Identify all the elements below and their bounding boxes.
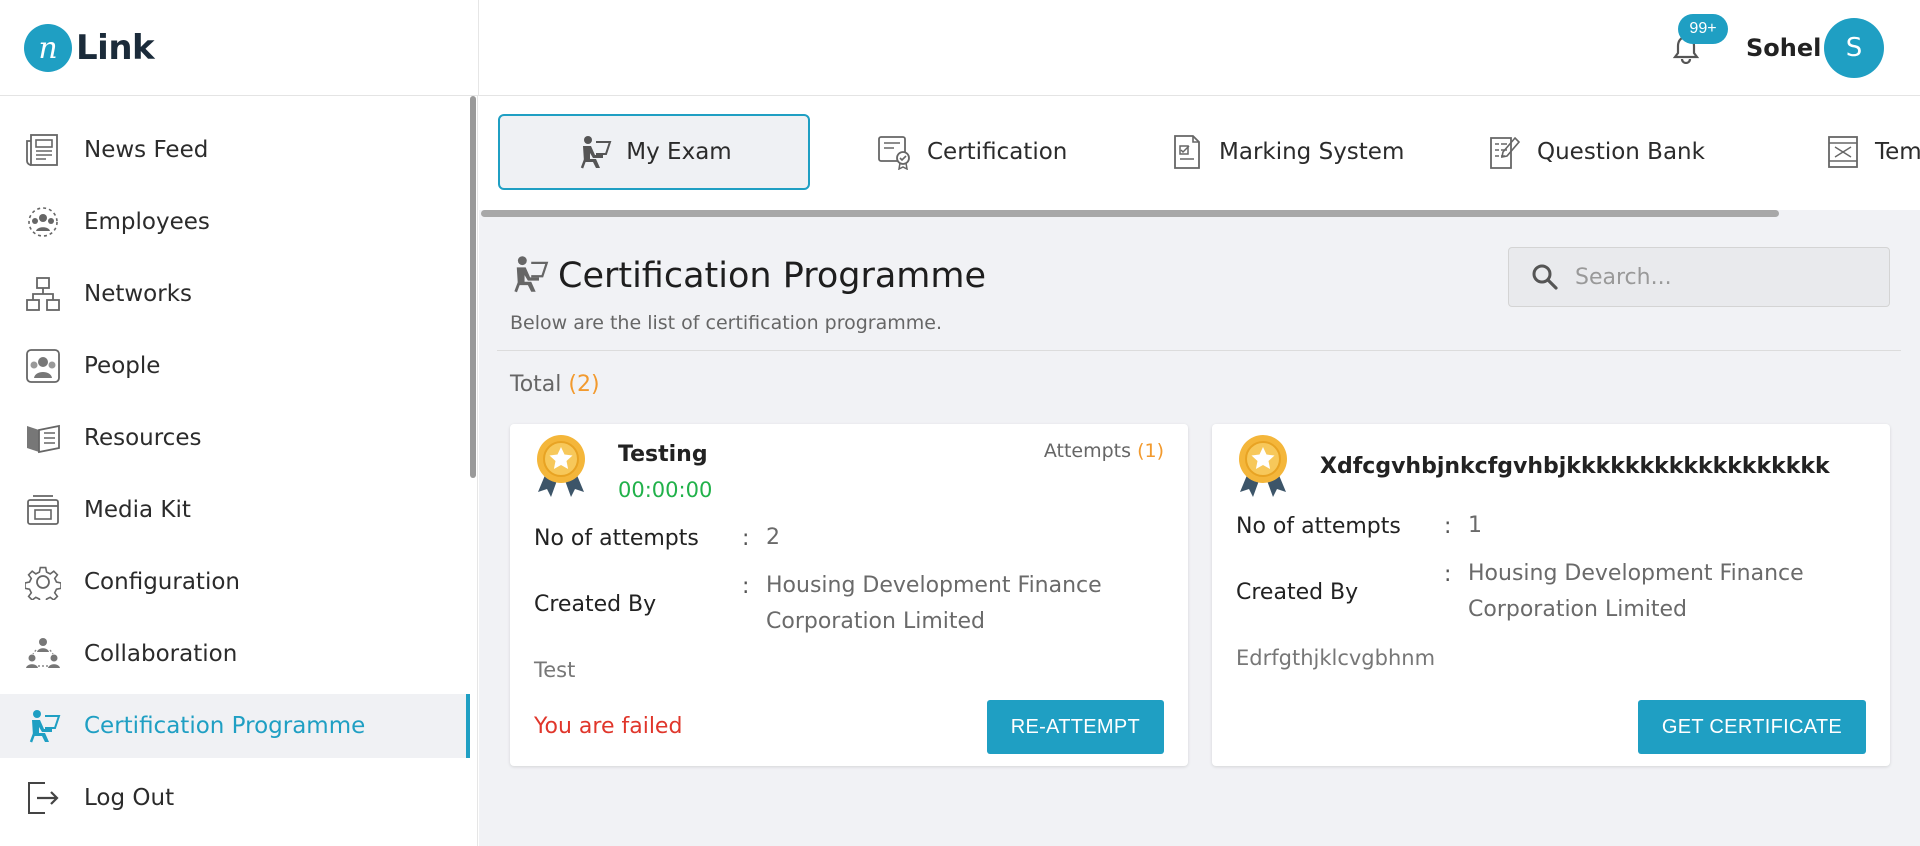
created-by-value: Housing Development Finance Corporation … [1468,561,1804,622]
question-doc-icon [1487,134,1523,170]
template-icon [1825,134,1861,170]
no-of-attempts-value: 1 [1468,513,1482,538]
certificate-icon [877,134,913,170]
media-kit-icon [24,491,62,529]
logo-text: Link [76,28,155,68]
tab-label: Question Bank [1537,139,1705,165]
attempts-count: Attempts (1) [1044,440,1164,462]
no-of-attempts-label: No of attempts [534,526,699,551]
tab-question-bank[interactable]: Question Bank [1487,114,1705,190]
colon: : [742,574,750,599]
sidebar-item-certification-programme[interactable]: Certification Programme [0,694,470,758]
total-count: Total (2) [510,372,600,397]
card-description: Edrfgthjklcvgbhnm [1236,646,1436,670]
network-icon [24,275,62,313]
collaboration-icon [24,635,62,673]
tab-my-exam[interactable]: My Exam [498,114,810,190]
total-value: (2) [568,372,600,397]
logo[interactable]: n Link [24,24,155,72]
search-box[interactable] [1508,247,1890,307]
certification-card[interactable]: Testing 00:00:00 Attempts (1) No of atte… [510,424,1188,766]
get-certificate-button[interactable]: GET CERTIFICATE [1637,700,1866,754]
created-by-label: Created By [534,592,657,617]
exam-person-icon [509,254,549,294]
tab-label: My Exam [626,139,732,165]
card-description: Test [534,658,576,682]
created-by-value: Housing Development Finance Corporation … [766,573,1102,634]
sidebar-item-media-kit[interactable]: Media Kit [0,478,470,542]
attempts-value: (1) [1137,440,1164,462]
newspaper-icon [24,131,62,169]
tab-bar: My Exam Certification Marking System Que… [479,96,1920,210]
gear-icon [24,563,62,601]
certification-card[interactable]: Xdfcgvhbjnkcfgvhbjkkkkkkkkkkkkkkkkkk No … [1212,424,1890,766]
sidebar-item-label: Certification Programme [84,713,366,739]
medal-icon [1236,434,1290,498]
no-of-attempts-value: 2 [766,525,780,550]
colon: : [742,526,750,551]
notification-badge[interactable]: 99+ [1678,14,1728,44]
search-icon [1531,263,1559,291]
sidebar-item-label: Employees [84,209,210,235]
re-attempt-button[interactable]: RE-ATTEMPT [986,700,1164,754]
logo-mark: n [24,24,72,72]
sidebar-item-resources[interactable]: Resources [0,406,470,470]
sidebar-item-label: News Feed [84,137,209,163]
sidebar-item-people[interactable]: People [0,334,470,398]
sidebar-item-label: People [84,353,161,379]
tab-marking-system[interactable]: Marking System [1169,114,1404,190]
page-title: Certification Programme [558,256,987,296]
sidebar-item-label: Collaboration [84,641,238,667]
user-name[interactable]: Sohel [1746,34,1821,62]
sidebar-item-collaboration[interactable]: Collaboration [0,622,470,686]
colon: : [1444,514,1452,539]
medal-icon [534,434,588,498]
topbar-divider [478,0,479,96]
colon: : [1444,562,1452,587]
exam-person-icon [576,134,612,170]
avatar[interactable]: S [1824,18,1884,78]
tab-templates[interactable]: Temp [1825,114,1920,190]
top-bar: n Link 99+ Sohel S [0,0,1920,96]
marking-doc-icon [1169,134,1205,170]
sidebar-item-news-feed[interactable]: News Feed [0,118,470,182]
status-text: You are failed [534,714,683,739]
sidebar-item-label: Media Kit [84,497,191,523]
logout-icon [24,779,62,817]
sidebar-item-log-out[interactable]: Log Out [0,766,470,830]
sidebar-item-label: Configuration [84,569,240,595]
tab-certification[interactable]: Certification [877,114,1067,190]
people-icon [24,347,62,385]
tab-label: Certification [927,139,1068,165]
main-content: My Exam Certification Marking System Que… [479,96,1920,846]
sidebar-item-employees[interactable]: Employees [0,190,470,254]
card-timer: 00:00:00 [618,478,713,502]
card-title: Testing [618,442,708,467]
page-subtitle: Below are the list of certification prog… [510,312,942,334]
created-by-label: Created By [1236,580,1359,605]
tab-label: Marking System [1219,139,1405,165]
total-label: Total [510,372,562,397]
divider [497,350,1901,351]
card-title: Xdfcgvhbjnkcfgvhbjkkkkkkkkkkkkkkkkkk [1320,454,1830,479]
search-input[interactable] [1575,264,1875,290]
attempts-label: Attempts [1043,440,1132,462]
sidebar-item-label: Networks [84,281,193,307]
sidebar-item-configuration[interactable]: Configuration [0,550,470,614]
sidebar: News Feed Employees Networks People Reso… [0,96,478,846]
exam-person-icon [24,707,62,745]
sidebar-scrollbar[interactable] [470,96,476,478]
tabs-scrollbar[interactable] [481,210,1779,217]
tab-label: Temp [1875,139,1920,165]
no-of-attempts-label: No of attempts [1236,514,1401,539]
sidebar-item-label: Resources [84,425,202,451]
employees-icon [24,203,62,241]
book-icon [24,419,62,457]
sidebar-item-label: Log Out [84,785,175,811]
sidebar-item-networks[interactable]: Networks [0,262,470,326]
